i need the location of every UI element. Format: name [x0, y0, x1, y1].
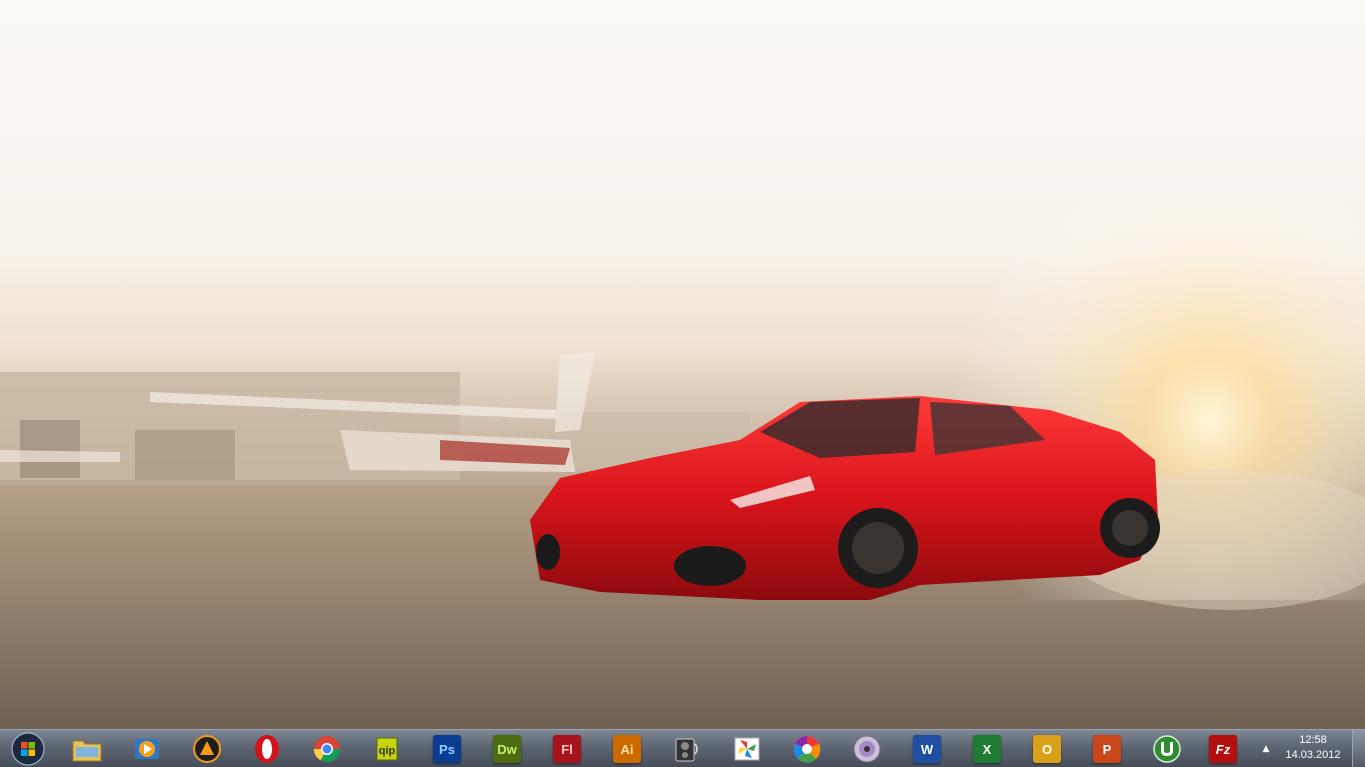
taskbar-app-utorrent[interactable] — [1149, 732, 1185, 766]
start-button[interactable] — [9, 732, 47, 766]
utorrent-icon — [1153, 735, 1181, 763]
desktop-wallpaper — [0, 0, 1365, 729]
excel-icon: X — [973, 735, 1001, 763]
windows-logo-icon — [11, 732, 45, 766]
taskbar-app-illustrator[interactable]: Ai — [609, 732, 645, 766]
taskbar-app-dreamweaver[interactable]: Dw — [489, 732, 525, 766]
show-desktop-button[interactable] — [1352, 730, 1365, 767]
taskbar: qip Ps Dw Fl Ai W X O P Fz ▲ 12:58 14.03… — [0, 729, 1365, 767]
taskbar-app-dvd[interactable] — [849, 732, 885, 766]
taskbar-app-flash[interactable]: Fl — [549, 732, 585, 766]
taskbar-app-speakers[interactable] — [669, 732, 705, 766]
word-icon: W — [913, 735, 941, 763]
taskbar-app-chrome[interactable] — [309, 732, 345, 766]
qip-icon: qip — [376, 737, 398, 761]
wallpaper-image — [0, 200, 1365, 729]
aimp-icon — [193, 735, 221, 763]
folder-icon — [72, 740, 102, 762]
taskbar-app-filezilla[interactable]: Fz — [1205, 732, 1241, 766]
taskbar-app-opera[interactable] — [249, 732, 285, 766]
taskbar-app-qip[interactable]: qip — [369, 732, 405, 766]
taskbar-app-outlook[interactable]: O — [1029, 732, 1065, 766]
media-player-icon — [135, 739, 159, 759]
up-arrow-icon: ▲ — [1262, 744, 1270, 754]
filezilla-icon: Fz — [1209, 735, 1237, 763]
show-hidden-icons-button[interactable]: ▲ — [1258, 741, 1274, 757]
system-clock[interactable]: 12:58 14.03.2012 — [1278, 733, 1348, 767]
taskbar-app-aimp[interactable] — [189, 732, 225, 766]
taskbar-app-media-player[interactable] — [129, 732, 165, 766]
taskbar-app-photoshop[interactable]: Ps — [429, 732, 465, 766]
pinwheel-icon — [734, 737, 760, 761]
taskbar-app-explorer[interactable] — [69, 732, 105, 766]
clock-date: 14.03.2012 — [1285, 749, 1341, 761]
speaker-icon — [675, 738, 698, 762]
taskbar-app-powerpoint[interactable]: P — [1089, 732, 1125, 766]
taskbar-app-pinwheel[interactable] — [729, 732, 765, 766]
illustrator-icon: Ai — [613, 735, 641, 763]
taskbar-app-word[interactable]: W — [909, 732, 945, 766]
chrome-icon — [313, 736, 341, 763]
taskbar-app-excel[interactable]: X — [969, 732, 1005, 766]
clock-time: 12:58 — [1299, 734, 1327, 746]
dreamweaver-icon: Dw — [493, 735, 521, 763]
taskbar-app-picasa[interactable] — [789, 732, 825, 766]
svg-text:qip: qip — [379, 745, 396, 757]
powerpoint-icon: P — [1093, 735, 1121, 763]
disc-icon — [853, 735, 881, 763]
flash-icon: Fl — [553, 735, 581, 763]
outlook-icon: O — [1033, 735, 1061, 763]
opera-icon — [255, 735, 279, 763]
picasa-icon — [793, 736, 821, 763]
photoshop-icon: Ps — [433, 735, 461, 763]
